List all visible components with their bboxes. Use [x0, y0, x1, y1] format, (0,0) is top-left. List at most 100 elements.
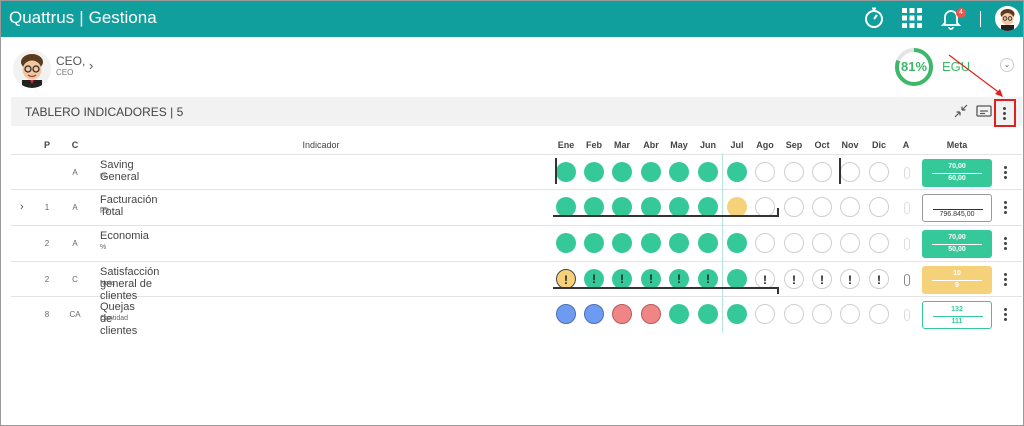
meta-box[interactable]: 10 9: [922, 266, 992, 294]
col-header-month[interactable]: Nov: [836, 140, 864, 150]
col-header-indicator[interactable]: Indicador: [281, 140, 361, 150]
status-dot[interactable]: [812, 233, 832, 253]
status-dot[interactable]: [584, 197, 604, 217]
status-dot[interactable]: [869, 162, 889, 182]
status-dot[interactable]: [584, 304, 604, 324]
status-dot[interactable]: [784, 197, 804, 217]
meta-box[interactable]: 70,00 60,00: [922, 159, 992, 187]
status-dot[interactable]: [784, 162, 804, 182]
status-dot[interactable]: !: [612, 269, 632, 289]
col-header-month[interactable]: Jul: [723, 140, 751, 150]
user-chevron-icon[interactable]: ›: [89, 58, 93, 73]
stopwatch-icon[interactable]: [862, 6, 886, 30]
status-dot[interactable]: !: [584, 269, 604, 289]
status-dot[interactable]: [755, 197, 775, 217]
status-dot[interactable]: [612, 197, 632, 217]
status-dot[interactable]: [727, 197, 747, 217]
minimize-arrows-icon[interactable]: [952, 102, 970, 120]
col-header-month[interactable]: Abr: [637, 140, 665, 150]
status-dot[interactable]: !: [556, 269, 576, 289]
status-dot[interactable]: [840, 233, 860, 253]
status-dot[interactable]: [584, 233, 604, 253]
status-dot[interactable]: !: [784, 269, 804, 289]
status-dot[interactable]: [812, 304, 832, 324]
row-menu-icon[interactable]: [1004, 166, 1008, 182]
status-dot[interactable]: [840, 197, 860, 217]
expand-row-icon[interactable]: ›: [20, 201, 24, 213]
status-dot[interactable]: !: [869, 269, 889, 289]
subtitles-icon[interactable]: [975, 102, 993, 120]
status-dot[interactable]: [641, 197, 661, 217]
indicator-name[interactable]: Economia: [100, 230, 149, 242]
col-header-meta[interactable]: Meta: [937, 140, 977, 150]
status-dot[interactable]: [669, 233, 689, 253]
col-header-month[interactable]: Dic: [865, 140, 893, 150]
col-header-p[interactable]: P: [41, 140, 53, 150]
meta-box[interactable]: 70,00 50,00: [922, 230, 992, 258]
row-menu-icon[interactable]: [1004, 237, 1008, 253]
status-dot[interactable]: !: [840, 269, 860, 289]
col-header-c[interactable]: C: [69, 140, 81, 150]
col-header-month[interactable]: Feb: [580, 140, 608, 150]
status-dot[interactable]: [727, 162, 747, 182]
status-dot[interactable]: [727, 304, 747, 324]
status-dot[interactable]: [669, 304, 689, 324]
status-dot[interactable]: [784, 233, 804, 253]
attachment-icon[interactable]: [904, 238, 910, 250]
status-dot[interactable]: !: [812, 269, 832, 289]
status-dot[interactable]: [556, 233, 576, 253]
status-dot[interactable]: [755, 233, 775, 253]
attachment-icon[interactable]: [904, 309, 910, 321]
row-menu-icon[interactable]: [1004, 201, 1008, 217]
status-dot[interactable]: [840, 304, 860, 324]
status-dot[interactable]: !: [669, 269, 689, 289]
user-name[interactable]: CEO,: [56, 54, 85, 68]
status-dot[interactable]: [812, 162, 832, 182]
status-dot[interactable]: [698, 162, 718, 182]
status-dot[interactable]: !: [698, 269, 718, 289]
status-dot[interactable]: !: [755, 269, 775, 289]
status-dot[interactable]: [641, 162, 661, 182]
status-dot[interactable]: [840, 162, 860, 182]
meta-box[interactable]: 796.845,00: [922, 194, 992, 222]
col-header-month[interactable]: Ene: [552, 140, 580, 150]
status-dot[interactable]: [612, 162, 632, 182]
status-dot[interactable]: [698, 304, 718, 324]
col-header-month[interactable]: Ago: [751, 140, 779, 150]
col-header-month[interactable]: Jun: [694, 140, 722, 150]
attachment-icon[interactable]: [904, 202, 910, 214]
account-avatar[interactable]: [995, 6, 1020, 31]
row-menu-icon[interactable]: [1004, 273, 1008, 289]
panel-menu-highlight[interactable]: [994, 99, 1016, 127]
status-dot[interactable]: [669, 162, 689, 182]
status-dot[interactable]: [669, 197, 689, 217]
meta-box[interactable]: 132 111: [922, 301, 992, 329]
kebab-icon[interactable]: [1003, 107, 1007, 123]
status-dot[interactable]: [556, 162, 576, 182]
status-dot[interactable]: [556, 304, 576, 324]
status-dot[interactable]: [698, 233, 718, 253]
status-dot[interactable]: !: [641, 269, 661, 289]
status-dot[interactable]: [641, 304, 661, 324]
status-dot[interactable]: [812, 197, 832, 217]
status-dot[interactable]: [869, 304, 889, 324]
status-dot[interactable]: [869, 197, 889, 217]
status-dot[interactable]: [641, 233, 661, 253]
col-header-month[interactable]: Oct: [808, 140, 836, 150]
brand[interactable]: Quattrus | Gestiona: [9, 8, 157, 28]
status-dot[interactable]: [727, 233, 747, 253]
status-dot[interactable]: [612, 304, 632, 324]
col-header-month[interactable]: Sep: [780, 140, 808, 150]
attachment-icon[interactable]: [904, 274, 910, 286]
status-dot[interactable]: [612, 233, 632, 253]
attachment-icon[interactable]: [904, 167, 910, 179]
col-header-month[interactable]: Mar: [608, 140, 636, 150]
status-dot[interactable]: [784, 304, 804, 324]
col-header-a[interactable]: A: [899, 140, 913, 150]
status-dot[interactable]: [755, 162, 775, 182]
user-avatar[interactable]: [13, 50, 51, 88]
col-header-month[interactable]: May: [665, 140, 693, 150]
status-dot[interactable]: [755, 304, 775, 324]
status-dot[interactable]: [869, 233, 889, 253]
status-dot[interactable]: [698, 197, 718, 217]
